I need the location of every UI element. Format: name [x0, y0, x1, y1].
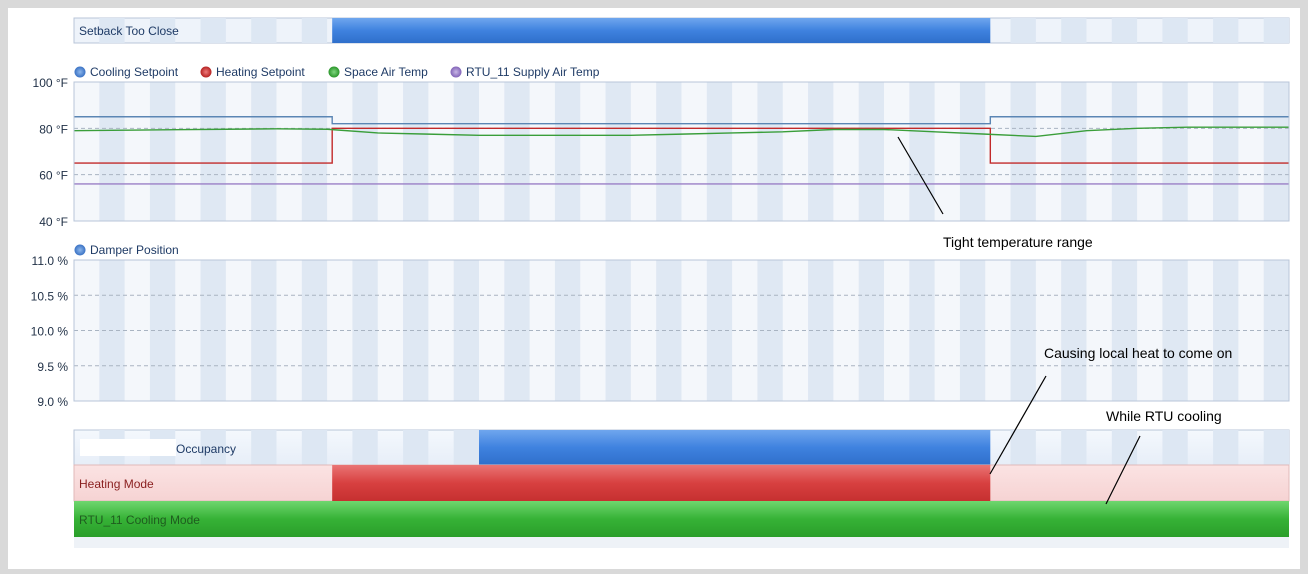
temperature-axis-tick-label: 40 °F — [39, 215, 68, 229]
background-stripe — [1213, 18, 1239, 43]
background-stripe — [1162, 82, 1188, 221]
damper-position-legend-label: Damper Position — [90, 243, 179, 257]
space-air-temp-legend-label: Space Air Temp — [344, 65, 428, 79]
occupancy-label: Occupancy — [176, 442, 236, 456]
background-stripe — [251, 430, 277, 465]
tight-range-annotation: Tight temperature range — [943, 234, 1093, 250]
damper-legend: Damper Position — [74, 243, 179, 257]
background-stripe — [554, 82, 581, 221]
background-stripe — [1263, 82, 1289, 221]
damper-axis-tick-label: 11.0 % — [32, 254, 69, 268]
space-air-temp-legend-marker — [328, 66, 340, 78]
background-stripe — [1010, 18, 1036, 43]
damper-axis-tick-label: 9.5 % — [37, 360, 68, 374]
damper-axis-tick-label: 10.5 % — [31, 289, 69, 303]
damper-axis-tick-label: 9.0 % — [37, 395, 68, 409]
background-stripe — [1010, 82, 1036, 221]
background-stripe — [858, 82, 884, 221]
background-stripe — [301, 18, 328, 43]
damper-panel: 11.0 % 10.5 % 10.0 % 9.5 % 9.0 % — [31, 254, 1290, 409]
heating-mode-label: Heating Mode — [79, 477, 154, 491]
state-rows: Occupancy Heating Mode RTU_11 Cooling Mo… — [73, 429, 1290, 548]
occupancy-label-box — [80, 439, 176, 456]
temperature-axis-tick-label: 80 °F — [39, 122, 68, 136]
background-stripe — [1111, 430, 1138, 465]
background-stripe — [99, 82, 125, 221]
background-stripe — [757, 82, 783, 221]
background-stripe — [1111, 18, 1138, 43]
temperature-axis-tick-label: 60 °F — [39, 169, 68, 183]
heating-mode-bar — [332, 465, 991, 501]
supply-air-temp-legend-label: RTU_11 Supply Air Temp — [466, 65, 600, 79]
background-stripe — [1061, 82, 1087, 221]
background-stripe — [1061, 430, 1087, 465]
cooling-setpoint-legend-label: Cooling Setpoint — [90, 65, 179, 79]
background-stripe — [403, 82, 429, 221]
background-stripe — [656, 82, 682, 221]
trend-chart-frame: Setback Too Close Cooling Setpoint Heati… — [8, 8, 1300, 569]
background-stripe — [808, 82, 834, 221]
background-stripe — [605, 82, 631, 221]
setback-too-close-label: Setback Too Close — [79, 24, 179, 38]
temperature-panel: 100 °F 80 °F 60 °F 40 °F — [33, 76, 1290, 229]
heating-setpoint-legend-label: Heating Setpoint — [216, 65, 305, 79]
background-stripe — [352, 82, 378, 221]
cooling-mode-bar — [74, 501, 1289, 537]
cooling-setpoint-legend-marker — [74, 66, 86, 78]
background-stripe — [453, 430, 479, 465]
damper-axis-tick-label: 10.0 % — [31, 325, 69, 339]
background-stripe — [149, 82, 176, 221]
occupancy-bar — [479, 430, 991, 465]
background-stripe — [1111, 82, 1138, 221]
background-stripe — [1061, 18, 1087, 43]
background-stripe — [251, 18, 277, 43]
damper-position-legend-marker — [74, 244, 86, 256]
background-stripe — [706, 82, 733, 221]
heating-setpoint-legend-marker — [200, 66, 212, 78]
trend-chart: Setback Too Close Cooling Setpoint Heati… — [31, 17, 1290, 548]
background-stripe — [1162, 430, 1188, 465]
background-stripe — [959, 82, 986, 221]
supply-air-temp-legend-marker — [450, 66, 462, 78]
background-stripe — [251, 82, 277, 221]
background-stripe — [352, 430, 378, 465]
background-stripe — [1213, 430, 1239, 465]
local-heat-annotation: Causing local heat to come on — [1044, 345, 1232, 361]
background-stripe — [1162, 18, 1188, 43]
background-stripe — [301, 430, 328, 465]
background-stripe — [453, 82, 479, 221]
background-stripe — [403, 430, 429, 465]
setback-too-close-bar — [332, 18, 991, 43]
background-stripe — [504, 82, 530, 221]
temperature-axis-tick-label: 100 °F — [33, 76, 68, 90]
cooling-mode-label: RTU_11 Cooling Mode — [79, 513, 200, 527]
temperature-legend: Cooling Setpoint Heating Setpoint Space … — [74, 65, 600, 79]
rtu-cooling-annotation: While RTU cooling — [1106, 408, 1222, 424]
background-stripe — [1263, 430, 1289, 465]
state-rows-footer — [74, 537, 1289, 548]
background-stripe — [1010, 430, 1036, 465]
background-stripe — [200, 18, 226, 43]
setback-too-close-band: Setback Too Close — [73, 17, 1290, 44]
background-stripe — [301, 82, 328, 221]
background-stripe — [1213, 82, 1239, 221]
background-stripe — [1263, 18, 1289, 43]
background-stripe — [200, 82, 226, 221]
background-stripe — [909, 82, 935, 221]
